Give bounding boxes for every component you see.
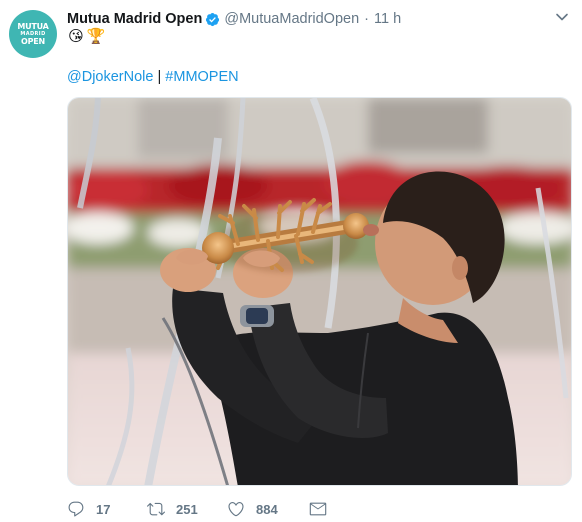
retweet-count: 251 [176, 501, 198, 517]
reply-count: 17 [96, 501, 111, 517]
tweet-emojis: 😘 🏆 [67, 28, 105, 46]
kiss-emoji: 😘 [68, 28, 84, 45]
reply-button[interactable]: 17 [67, 500, 147, 518]
retweet-button[interactable]: 251 [147, 500, 227, 518]
photo-player-kissing-trophy [68, 98, 571, 485]
like-count: 884 [256, 501, 278, 517]
retweet-icon [147, 502, 165, 516]
hashtag-link[interactable]: #MMOPEN [165, 69, 238, 85]
like-icon [228, 502, 244, 517]
mention-link[interactable]: @DjokerNole [67, 69, 153, 85]
avatar-logo-text-3: OPEN [20, 36, 46, 46]
avatar[interactable]: MUTUA MADRID OPEN [9, 10, 57, 58]
account-name[interactable]: Mutua Madrid Open [67, 11, 202, 27]
avatar-logo-text-2: MADRID [20, 30, 46, 37]
tweet-header: Mutua Madrid Open @MutuaMadridOpen · 11 … [67, 9, 401, 29]
header-separator: · [364, 11, 369, 27]
verified-badge-icon [206, 12, 220, 26]
direct-message-button[interactable] [309, 500, 327, 518]
account-handle[interactable]: @MutuaMadridOpen [224, 11, 359, 27]
tweet-photo[interactable] [67, 97, 572, 486]
tweet-timestamp[interactable]: 11 h [374, 11, 401, 27]
message-icon [309, 502, 327, 516]
chevron-down-icon[interactable] [555, 10, 569, 24]
reply-icon [68, 501, 84, 517]
trophy-emoji: 🏆 [86, 28, 106, 45]
avatar-logo-text-1: MUTUA [17, 21, 49, 31]
tweet-actions: 17 251 884 [67, 498, 327, 520]
tweet[interactable]: MUTUA MADRID OPEN Mutua Madrid Open @Mut… [0, 0, 582, 522]
tweet-text: @DjokerNole | #MMOPEN [67, 67, 239, 87]
like-button[interactable]: 884 [227, 500, 309, 518]
text-separator: | [157, 69, 162, 85]
